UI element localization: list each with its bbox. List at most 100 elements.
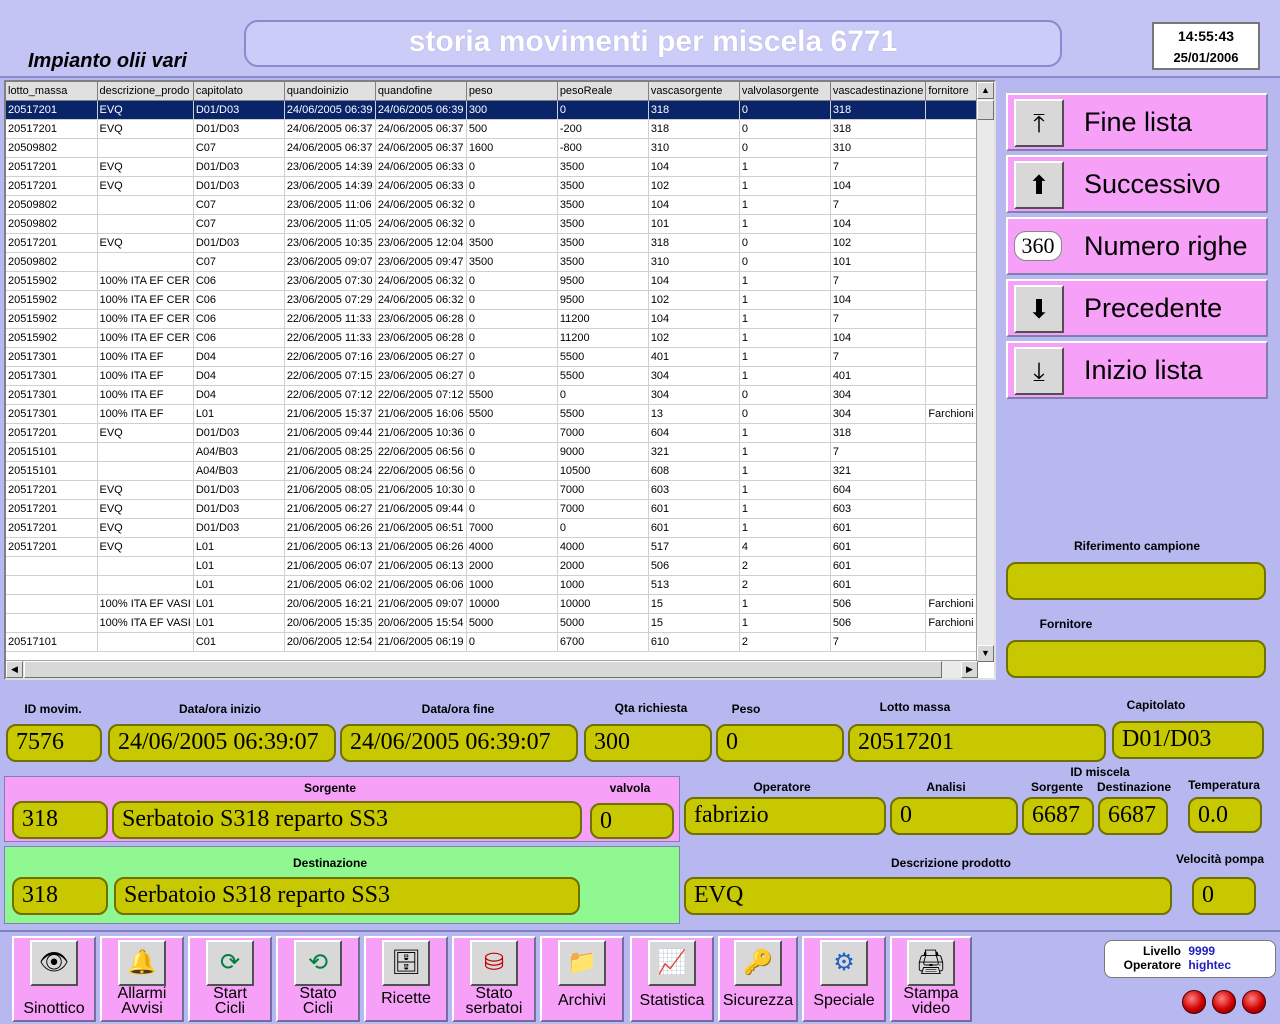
table-cell: 304: [830, 404, 927, 424]
vertical-scrollbar[interactable]: ▲ ▼: [976, 82, 994, 662]
column-header[interactable]: quandoinizio: [284, 82, 376, 101]
analisi-field[interactable]: 0: [890, 797, 1018, 835]
scroll-right-arrow-icon[interactable]: ▶: [961, 661, 978, 678]
table-row[interactable]: 20517201 EVQ L01 21/06/2005 06:13 21/06/2005…: [6, 537, 988, 557]
numero-righe-button[interactable]: 360 Numero righe: [1006, 217, 1268, 275]
peso-field[interactable]: 0: [716, 724, 844, 762]
table-row[interactable]: 20509802 C07 23/06/2005 11:05 24/06/2005 06…: [6, 214, 988, 234]
table-row[interactable]: 100% ITA EF VASI L01 20/06/2005 16:21 21/06…: [6, 594, 988, 614]
allarmi-avvisi-button[interactable]: 🔔 Allarmi Avvisi: [100, 936, 184, 1022]
scroll-thumb[interactable]: [977, 100, 994, 120]
table-row[interactable]: 20515902 100% ITA EF CER C06 23/06/2005 07:…: [6, 290, 988, 310]
table-row[interactable]: 20515101 A04/B03 21/06/2005 08:24 22/06/200…: [6, 461, 988, 481]
table-cell: 1000: [466, 575, 558, 595]
data-inizio-field[interactable]: 24/06/2005 06:39:07: [108, 724, 336, 762]
table-row[interactable]: 20515902 100% ITA EF CER C06 22/06/2005 11:…: [6, 328, 988, 348]
sinottico-button[interactable]: 👁 Sinottico: [12, 936, 96, 1022]
column-header[interactable]: descrizione_prodo: [97, 82, 194, 101]
temperatura-field[interactable]: 0.0: [1188, 797, 1262, 833]
table-row[interactable]: 20517201 EVQ D01/D03 24/06/2005 06:37 24/06/…: [6, 119, 988, 139]
table-row[interactable]: 20517201 EVQ D01/D03 21/06/2005 06:26 21/06/…: [6, 518, 988, 538]
table-cell: 21/06/2005 06:26: [284, 518, 376, 538]
table-row[interactable]: 20517201 EVQ D01/D03 23/06/2005 14:39 24/06/…: [6, 157, 988, 177]
statistica-button[interactable]: 📈 Statistica: [630, 936, 714, 1022]
table-row[interactable]: 20517301 100% ITA EF D04 22/06/2005 07:15 23…: [6, 366, 988, 386]
valvola-field[interactable]: 0: [590, 803, 674, 839]
table-row[interactable]: 100% ITA EF VASI L01 20/06/2005 15:35 20/06…: [6, 613, 988, 633]
qta-richiesta-field[interactable]: 300: [584, 724, 712, 762]
sorgente-number-field[interactable]: 318: [12, 801, 108, 839]
id-movim-field[interactable]: 7576: [6, 724, 102, 762]
successivo-label: Successivo: [1084, 169, 1221, 199]
stampa-video-button[interactable]: 🖨 Stampa video: [890, 936, 972, 1022]
table-row[interactable]: 20515101 A04/B03 21/06/2005 08:25 22/06/200…: [6, 442, 988, 462]
table-cell: 20517301: [6, 347, 98, 367]
precedente-button[interactable]: ⬇ Precedente: [1006, 279, 1268, 337]
table-row[interactable]: L01 21/06/2005 06:02 21/06/2005 06:06 1000 1…: [6, 575, 988, 595]
riferimento-campione-field[interactable]: [1006, 562, 1266, 600]
table-row[interactable]: 20517201 EVQ D01/D03 21/06/2005 06:27 21/06/…: [6, 499, 988, 519]
table-cell: 10000: [557, 594, 649, 614]
table-cell: D04: [193, 347, 285, 367]
operatore-field[interactable]: fabrizio: [684, 797, 886, 835]
descrizione-prodotto-field[interactable]: EVQ: [684, 877, 1172, 915]
lotto-massa-field[interactable]: 20517201: [848, 724, 1106, 762]
table-row[interactable]: 20517301 100% ITA EF L01 21/06/2005 15:37 21…: [6, 404, 988, 424]
lotto-massa-label: Lotto massa: [879, 700, 951, 714]
column-header[interactable]: quandofine: [375, 82, 467, 101]
table-cell: 20515902: [6, 328, 98, 348]
ricette-button[interactable]: 🗄 Ricette: [364, 936, 448, 1022]
column-header[interactable]: valvolasorgente: [739, 82, 831, 101]
successivo-button[interactable]: ⬆ Successivo: [1006, 155, 1268, 213]
table-row[interactable]: 20517201 EVQ D01/D03 23/06/2005 10:35 23/06/…: [6, 233, 988, 253]
movements-grid[interactable]: lotto_massa descrizione_prodo capitolato qu…: [4, 80, 996, 680]
data-fine-label: Data/ora fine: [421, 702, 495, 716]
column-header[interactable]: pesoReale: [557, 82, 649, 101]
table-row[interactable]: 20515902 100% ITA EF CER C06 23/06/2005 07:…: [6, 271, 988, 291]
scroll-down-arrow-icon[interactable]: ▼: [977, 645, 994, 662]
stato-cicli-button[interactable]: ⟲ Stato Cicli: [276, 936, 360, 1022]
data-fine-field[interactable]: 24/06/2005 06:39:07: [340, 724, 578, 762]
table-row[interactable]: 20509802 C07 23/06/2005 11:06 24/06/2005 06…: [6, 195, 988, 215]
sorgente-description-field[interactable]: Serbatoio S318 reparto SS3: [112, 801, 582, 839]
archivi-button[interactable]: 📁 Archivi: [540, 936, 624, 1022]
column-header[interactable]: capitolato: [193, 82, 285, 101]
table-row[interactable]: 20517301 100% ITA EF D04 22/06/2005 07:16 23…: [6, 347, 988, 367]
table-cell: 1: [739, 499, 831, 519]
start-cicli-button[interactable]: ⟳ Start Cicli: [188, 936, 272, 1022]
table-row[interactable]: 20515902 100% ITA EF CER C06 22/06/2005 11:…: [6, 309, 988, 329]
capitolato-field[interactable]: D01/D03: [1112, 721, 1264, 759]
id-miscela-destinazione-field[interactable]: 6687: [1098, 797, 1168, 835]
table-row[interactable]: 20517201 EVQ D01/D03 23/06/2005 14:39 24/06/…: [6, 176, 988, 196]
table-row[interactable]: 20517201 EVQ D01/D03 24/06/2005 06:39 24/06/…: [6, 100, 988, 120]
destinazione-description-field[interactable]: Serbatoio S318 reparto SS3: [114, 877, 580, 915]
table-cell: EVQ: [97, 480, 194, 500]
table-row[interactable]: 20517201 EVQ D01/D03 21/06/2005 08:05 21/06/…: [6, 480, 988, 500]
destinazione-number-field[interactable]: 318: [12, 877, 108, 915]
table-row[interactable]: 20517201 EVQ D01/D03 21/06/2005 09:44 21/06/…: [6, 423, 988, 443]
table-row[interactable]: 20517301 100% ITA EF D04 22/06/2005 07:12 22…: [6, 385, 988, 405]
fornitore-field[interactable]: [1006, 640, 1266, 678]
scroll-thumb-horizontal[interactable]: [24, 661, 942, 678]
numero-righe-input[interactable]: 360: [1014, 231, 1062, 261]
table-cell: 7000: [466, 518, 558, 538]
id-miscela-sorgente-field[interactable]: 6687: [1022, 797, 1094, 835]
horizontal-scrollbar[interactable]: ◀ ▶: [6, 660, 978, 678]
column-header[interactable]: lotto_massa: [6, 82, 98, 101]
table-row[interactable]: 20509802 C07 23/06/2005 09:07 23/06/2005 09…: [6, 252, 988, 272]
table-row[interactable]: L01 21/06/2005 06:07 21/06/2005 06:13 2000 2…: [6, 556, 988, 576]
fine-lista-button[interactable]: ⤒ Fine lista: [1006, 93, 1268, 151]
table-cell: 22/06/2005 06:56: [375, 461, 467, 481]
table-row[interactable]: 20517101 C01 20/06/2005 12:54 21/06/2005 06…: [6, 632, 988, 652]
stato-serbatoi-button[interactable]: ⛁ Stato serbatoi: [452, 936, 536, 1022]
inizio-lista-button[interactable]: ⤓ Inizio lista: [1006, 341, 1268, 399]
sicurezza-button[interactable]: 🔑 Sicurezza: [718, 936, 798, 1022]
column-header[interactable]: vascasorgente: [648, 82, 740, 101]
speciale-button[interactable]: ⚙ Speciale: [802, 936, 886, 1022]
velocita-pompa-field[interactable]: 0: [1192, 877, 1256, 915]
scroll-left-arrow-icon[interactable]: ◀: [6, 661, 23, 678]
column-header[interactable]: peso: [466, 82, 558, 101]
scroll-up-arrow-icon[interactable]: ▲: [977, 82, 994, 99]
column-header[interactable]: vascadestinazione: [830, 82, 927, 101]
table-row[interactable]: 20509802 C07 24/06/2005 06:37 24/06/2005 06…: [6, 138, 988, 158]
